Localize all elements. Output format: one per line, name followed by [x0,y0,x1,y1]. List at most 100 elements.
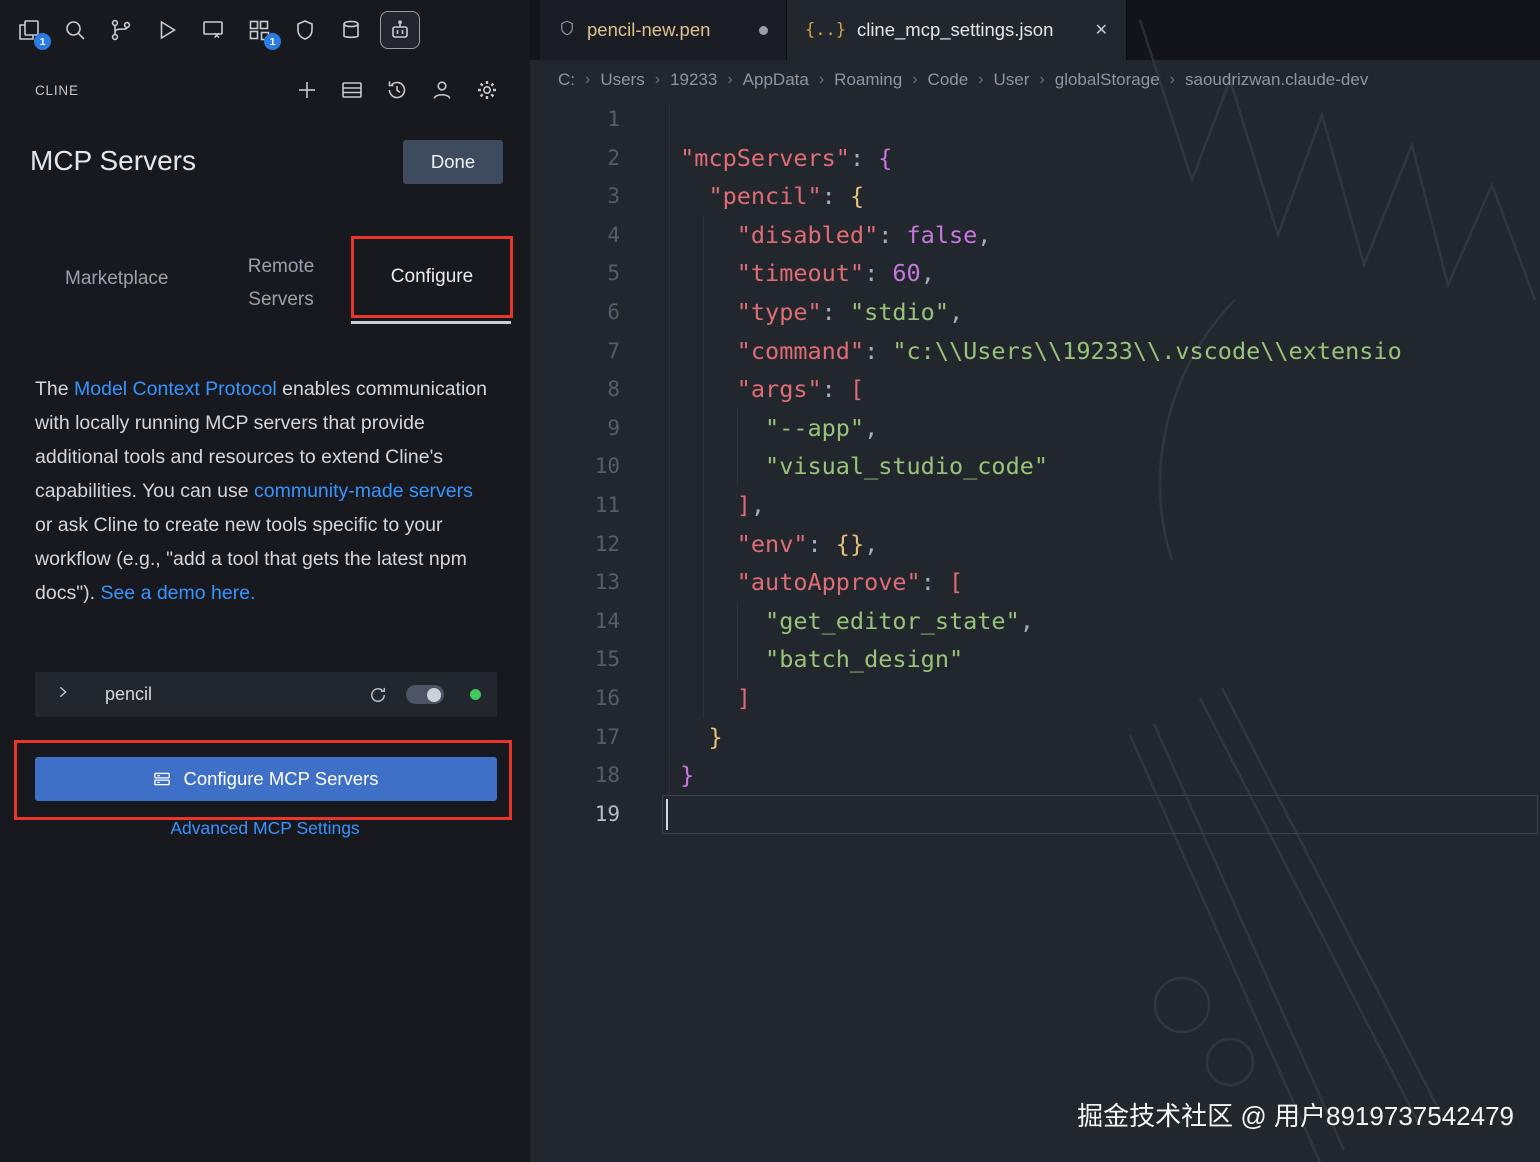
indent-guide [737,602,738,679]
tab-configure-label: Configure [390,266,474,287]
breadcrumb-item[interactable]: globalStorage [1055,70,1160,90]
line-number: 7 [607,338,620,363]
breadcrumb-separator-icon: › [727,71,733,88]
line-number: 3 [607,184,620,209]
view-title: CLINE [35,82,79,98]
editor-tab-cline-mcp-settings[interactable]: {..} cline_mcp_settings.json ✕ [787,0,1127,60]
new-task-plus-icon[interactable] [292,75,322,105]
code-text: "env": {}, [736,529,879,558]
indent-guide [669,104,670,795]
breadcrumb-item[interactable]: C: [558,70,575,90]
line-number: 8 [607,377,620,402]
source-control-icon[interactable] [104,11,138,49]
breadcrumb-item[interactable]: Roaming [834,70,902,90]
code-line[interactable]: 3 "pencil": { [530,177,1540,216]
line-number: 12 [594,531,620,556]
settings-gear-icon[interactable] [472,75,502,105]
code-line[interactable]: 13 "autoApprove": [ [530,563,1540,602]
run-debug-icon[interactable] [150,11,184,49]
code-line[interactable]: 12 "env": {}, [530,525,1540,564]
code-line[interactable]: 9 "--app", [530,409,1540,448]
code-line[interactable]: 11 ], [530,486,1540,525]
server-enabled-toggle[interactable] [406,685,444,704]
toggle-knob [427,687,441,702]
database-icon[interactable] [334,11,368,49]
code-text: "pencil": { [708,182,865,211]
close-tab-icon[interactable]: ✕ [1095,20,1108,40]
code-text: ], [736,490,766,519]
shield-icon[interactable] [288,11,322,49]
code-text: "mcpServers": { [680,143,893,172]
tab-remote-servers[interactable]: Remote Servers [236,250,326,316]
done-button[interactable]: Done [403,140,503,184]
search-icon[interactable] [58,11,92,49]
code-text: ] [736,683,751,712]
breadcrumb-separator-icon: › [1169,71,1175,88]
account-icon[interactable] [427,75,457,105]
breadcrumb-separator-icon: › [1039,71,1045,88]
chevron-right-icon[interactable] [55,684,71,705]
line-number: 17 [594,724,620,749]
inline-link[interactable]: community-made servers [254,480,473,502]
code-text: "args": [ [736,375,865,404]
extensions-icon[interactable]: 1 [242,11,281,50]
editor-tab-pencil-new[interactable]: pencil-new.pen [540,0,787,60]
code-line[interactable]: 5 "timeout": 60, [530,254,1540,293]
line-number: 11 [594,492,620,517]
tab-marketplace[interactable]: Marketplace [65,268,169,290]
editor-area: pencil-new.pen {..} cline_mcp_settings.j… [530,0,1540,1162]
activity-bar: 1 1 [0,0,530,60]
code-line[interactable]: 18 } [530,756,1540,795]
breadcrumb-item[interactable]: Code [928,70,969,90]
configure-mcp-servers-button[interactable]: Configure MCP Servers [35,757,497,801]
history-icon[interactable] [382,75,412,105]
code-text: "timeout": 60, [736,259,935,288]
breadcrumb-item[interactable]: AppData [743,70,809,90]
mcp-servers-panel-icon[interactable] [337,75,367,105]
view-header: CLINE [0,70,530,110]
code-text: "batch_design" [765,645,964,674]
code-line[interactable]: 17 } [530,718,1540,757]
code-line[interactable]: 2 "mcpServers": { [530,139,1540,178]
code-line[interactable]: 15 "batch_design" [530,640,1540,679]
line-number: 13 [594,570,620,595]
modified-dot-icon[interactable] [759,25,768,35]
indent-guide [737,409,738,486]
breadcrumb-item[interactable]: 19233 [670,70,717,90]
tab-filename: pencil-new.pen [587,19,711,40]
breadcrumb-item[interactable]: User [994,70,1030,90]
code-line[interactable]: 7 "command": "c:\\Users\\19233\\.vscode\… [530,332,1540,371]
code-line[interactable]: 10 "visual_studio_code" [530,447,1540,486]
badge-count: 1 [264,33,281,50]
code-editor[interactable]: 12 "mcpServers": {3 "pencil": {4 "disabl… [530,100,1540,1162]
code-text: "get_editor_state", [765,606,1034,635]
current-line-highlight [662,795,1538,834]
server-status-dot [470,689,481,700]
copy-files-icon[interactable]: 1 [12,11,51,50]
code-line[interactable]: 8 "args": [ [530,370,1540,409]
tab-configure[interactable]: Configure [351,236,513,318]
code-line[interactable]: 16 ] [530,679,1540,718]
breadcrumb-item[interactable]: Users [600,70,644,90]
code-line[interactable]: 4 "disabled": false, [530,216,1540,255]
server-row-pencil[interactable]: pencil [35,672,497,717]
code-line[interactable]: 14 "get_editor_state", [530,602,1540,641]
cline-sidebar: 1 1 CLINE MCP Servers Done Marketplace R… [0,0,530,1162]
code-line[interactable]: 6 "type": "stdio", [530,293,1540,332]
json-file-icon: {..} [805,20,846,40]
advanced-mcp-settings-link[interactable]: Advanced MCP Settings [0,818,530,839]
line-number: 6 [607,299,620,324]
remote-window-icon[interactable] [196,11,230,49]
inline-link[interactable]: Model Context Protocol [74,378,277,400]
tabbar-spacer [530,0,540,60]
cline-robot-icon[interactable] [380,11,420,49]
inline-link[interactable]: See a demo here. [100,582,255,604]
code-line[interactable]: 1 [530,100,1540,139]
breadcrumb-item[interactable]: saoudrizwan.claude-dev [1185,70,1368,90]
line-number: 1 [607,107,620,131]
code-text: } [708,722,723,751]
breadcrumb-separator-icon: › [654,71,661,88]
refresh-icon[interactable] [368,685,388,705]
line-number: 14 [594,608,620,633]
watermark-text: 掘金技术社区 @ 用户8919737542479 [1077,1101,1514,1131]
